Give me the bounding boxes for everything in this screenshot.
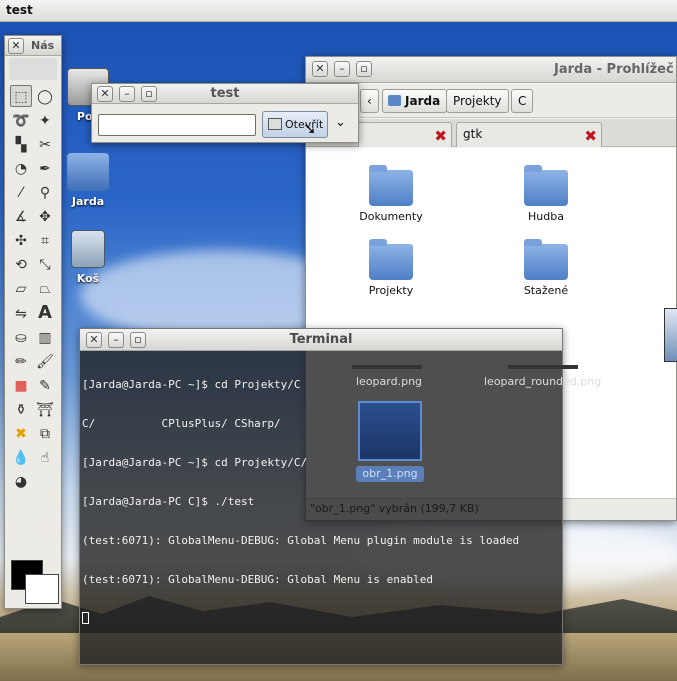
- documents-folder-icon: [369, 165, 413, 206]
- toolbox-titlebar[interactable]: ✕ Nás: [5, 36, 61, 56]
- text-input[interactable]: [98, 114, 256, 136]
- terminal-title: Terminal: [289, 332, 353, 347]
- image-thumbnail[interactable]: [664, 308, 677, 362]
- flip-icon[interactable]: ⇋: [10, 303, 32, 325]
- tab-first[interactable]: ✖: [358, 122, 452, 147]
- align-icon[interactable]: ✣: [10, 230, 32, 252]
- desktop-icon-home[interactable]: Jarda: [64, 153, 112, 208]
- open-button[interactable]: Otevřít: [262, 111, 328, 138]
- desktop-icon-label: Koš: [76, 272, 100, 285]
- file-label[interactable]: leopard_rounded.png: [484, 375, 601, 388]
- perspective-clone-icon[interactable]: ⧉: [34, 423, 56, 445]
- crop-icon[interactable]: ⌗: [34, 230, 56, 252]
- background-color[interactable]: [25, 574, 59, 604]
- terminal-line: (test:6071): GlobalMenu-DEBUG: Global Me…: [82, 573, 433, 586]
- path-button-c[interactable]: C: [511, 89, 534, 113]
- folder-item[interactable]: Dokumenty: [343, 165, 439, 223]
- minimize-icon[interactable]: –: [334, 61, 350, 77]
- terminal-line: [Jarda@Jarda-PC ~]$ cd Projekty/C/: [82, 456, 308, 469]
- file-browser-titlebar[interactable]: ✕ – ▫ Jarda - Prohlížeč: [306, 57, 676, 83]
- free-select-icon[interactable]: ➰: [10, 110, 32, 132]
- tab-bar: ✖ gtk ✖: [306, 119, 676, 147]
- terminal-line: [Jarda@Jarda-PC C]$ ./test: [82, 495, 255, 508]
- perspective-icon[interactable]: ⏢: [34, 278, 56, 300]
- tool-grid: ⬚ ◯ ➰ ✦ ▚ ✂ ◔ ✒ ⁄ ⚲ ∡ ✥ ✣ ⌗ ⟲ ⤡ ▱ ⏢ ⇋ A ⛀ ▥ ✏ 🖌 ■ ✎ ⚱…: [9, 84, 59, 494]
- blur-icon[interactable]: 💧: [10, 447, 32, 469]
- fuzzy-select-icon[interactable]: ✦: [34, 110, 56, 132]
- dialog-title: test: [210, 86, 240, 101]
- terminal-cursor: [82, 612, 89, 624]
- eraser-icon[interactable]: ■: [10, 375, 32, 397]
- heal-icon[interactable]: ✖: [10, 423, 32, 445]
- rect-select-icon[interactable]: ⬚: [10, 85, 32, 107]
- file-label[interactable]: leopard.png: [356, 375, 422, 388]
- foreground-select-icon[interactable]: ◔: [10, 158, 32, 180]
- mouse-cursor-icon: ➘: [303, 119, 317, 138]
- active-app-title: test: [6, 3, 33, 17]
- top-panel: test: [0, 0, 677, 22]
- shear-icon[interactable]: ▱: [10, 278, 32, 300]
- test-dialog: ✕ – ▫ test Otevřít ⌄ ➘: [91, 83, 359, 143]
- blend-icon[interactable]: ▥: [34, 327, 56, 349]
- folder-item[interactable]: Hudba: [498, 165, 594, 223]
- paintbrush-icon[interactable]: 🖌: [34, 351, 56, 373]
- zoom-icon[interactable]: ⚲: [34, 182, 56, 204]
- folder-item[interactable]: Stažené: [498, 239, 594, 297]
- home-folder-icon: [388, 95, 401, 106]
- paths-icon[interactable]: ✒: [34, 158, 56, 180]
- airbrush-icon[interactable]: ✎: [34, 375, 56, 397]
- terminal-output[interactable]: [Jarda@Jarda-PC ~]$ cd Projekty/C C/ CPl…: [82, 352, 560, 662]
- color-picker-icon[interactable]: ⁄: [10, 182, 32, 204]
- tab-gtk[interactable]: gtk ✖: [456, 122, 602, 147]
- thumbnail-strip: [352, 365, 422, 369]
- trash-icon: [71, 230, 105, 268]
- desktop-icon-label: Jarda: [71, 195, 105, 208]
- toolbox-window: ✕ Nás ⬚ ◯ ➰ ✦ ▚ ✂ ◔ ✒ ⁄ ⚲ ∡ ✥ ✣ ⌗ ⟲ ⤡ ▱ ⏢ ⇋ A ⛀ ▥ ✏…: [4, 35, 62, 609]
- folder-item[interactable]: Projekty: [343, 239, 439, 297]
- measure-icon[interactable]: ∡: [10, 206, 32, 228]
- projects-folder-icon: [369, 239, 413, 280]
- selected-file-label[interactable]: obr_1.png: [356, 466, 424, 482]
- ink-icon[interactable]: ⚱: [10, 399, 32, 421]
- close-tab-icon[interactable]: ✖: [584, 125, 597, 147]
- close-icon[interactable]: ✕: [312, 61, 328, 77]
- terminal-line: C/ CPlusPlus/ CSharp/: [82, 417, 281, 430]
- thumbnail-strip: [508, 365, 578, 369]
- downloads-folder-icon: [524, 239, 568, 280]
- smudge-icon[interactable]: ☝: [34, 447, 56, 469]
- path-button-projekty[interactable]: Projekty: [446, 89, 509, 113]
- path-bar: ‹ Jarda Projekty C: [306, 84, 676, 118]
- scale-icon[interactable]: ⤡: [34, 254, 56, 276]
- terminal-line: (test:6071): GlobalMenu-DEBUG: Global Me…: [82, 534, 520, 547]
- close-icon[interactable]: ✕: [8, 38, 24, 54]
- clone-icon[interactable]: ⛩: [34, 399, 56, 421]
- terminal-titlebar[interactable]: ✕ – ▫ Terminal: [80, 329, 562, 351]
- music-folder-icon: [524, 165, 568, 206]
- dialog-titlebar[interactable]: ✕ – ▫ test: [92, 84, 358, 104]
- text-icon[interactable]: A: [34, 302, 56, 324]
- toolbox-title: Nás: [31, 39, 55, 52]
- dodge-burn-icon[interactable]: ◕: [10, 471, 32, 493]
- path-button-home[interactable]: Jarda: [382, 89, 448, 113]
- close-tab-icon[interactable]: ✖: [434, 125, 447, 147]
- desktop-icon-trash[interactable]: Koš: [64, 230, 112, 285]
- bucket-fill-icon[interactable]: ⛀: [10, 327, 32, 349]
- pencil-icon[interactable]: ✏: [10, 351, 32, 373]
- rotate-icon[interactable]: ⟲: [10, 254, 32, 276]
- maximize-icon[interactable]: ▫: [356, 61, 372, 77]
- window-title: Jarda - Prohlížeč: [554, 62, 674, 77]
- move-icon[interactable]: ✥: [34, 206, 56, 228]
- ellipse-select-icon[interactable]: ◯: [34, 86, 56, 108]
- back-button[interactable]: ‹: [360, 89, 379, 113]
- terminal-window: ✕ – ▫ Terminal [Jarda@Jarda-PC ~]$ cd Pr…: [79, 328, 601, 665]
- color-select-icon[interactable]: ▚: [10, 134, 32, 156]
- home-folder-icon: [67, 153, 109, 191]
- scissors-icon[interactable]: ✂: [34, 134, 56, 156]
- printer-icon: [268, 118, 282, 130]
- image-thumbnail[interactable]: [358, 401, 422, 461]
- wilber-logo: [9, 58, 57, 80]
- chevron-down-icon[interactable]: ⌄: [335, 115, 346, 130]
